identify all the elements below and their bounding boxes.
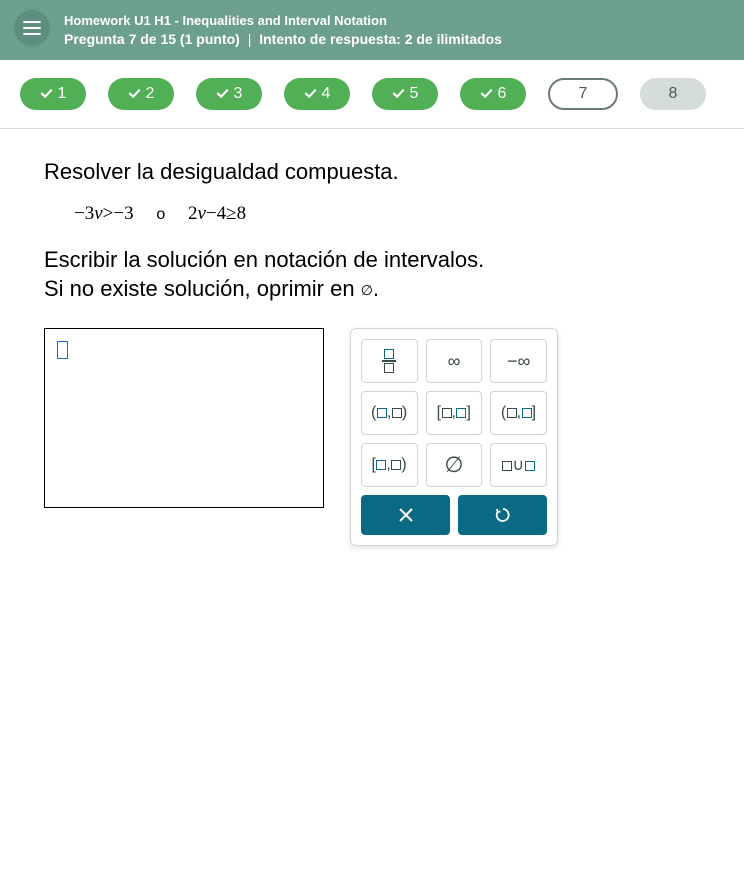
nav-question-8[interactable]: 8 xyxy=(640,78,706,110)
emptyset-button[interactable]: ∅ xyxy=(426,443,483,487)
answer-area: ∞ −∞ (,) [,] (,] [,) ∅ ∪ xyxy=(44,328,700,546)
infinity-button[interactable]: ∞ xyxy=(426,339,483,383)
nav-question-2[interactable]: 2 xyxy=(108,78,174,110)
undo-button[interactable] xyxy=(458,495,547,535)
union-button[interactable]: ∪ xyxy=(490,443,547,487)
nav-question-5[interactable]: 5 xyxy=(372,78,438,110)
nav-question-7[interactable]: 7 xyxy=(548,78,618,110)
question-instructions: Escribir la solución en notación de inte… xyxy=(44,245,700,304)
check-icon xyxy=(480,87,493,100)
math-keypad: ∞ −∞ (,) [,] (,] [,) ∅ ∪ xyxy=(350,328,558,546)
close-icon xyxy=(399,508,413,522)
clear-button[interactable] xyxy=(361,495,450,535)
neg-infinity-button[interactable]: −∞ xyxy=(490,339,547,383)
check-icon xyxy=(40,87,53,100)
answer-input[interactable] xyxy=(44,328,324,508)
fraction-button[interactable] xyxy=(361,339,418,383)
assignment-title: Homework U1 H1 - Inequalities and Interv… xyxy=(64,12,502,30)
nav-question-4[interactable]: 4 xyxy=(284,78,350,110)
closed-closed-interval-button[interactable]: [,] xyxy=(426,391,483,435)
question-content: Resolver la desigualdad compuesta. −3v>−… xyxy=(0,129,744,576)
open-open-interval-button[interactable]: (,) xyxy=(361,391,418,435)
closed-open-interval-button[interactable]: [,) xyxy=(361,443,418,487)
menu-button[interactable] xyxy=(14,10,50,46)
fraction-icon xyxy=(382,349,396,373)
nav-question-1[interactable]: 1 xyxy=(20,78,86,110)
check-icon xyxy=(304,87,317,100)
inequality-expression: −3v>−3 o 2v−4≥8 xyxy=(44,203,700,225)
nav-question-3[interactable]: 3 xyxy=(196,78,262,110)
input-cursor xyxy=(57,341,68,359)
check-icon xyxy=(216,87,229,100)
check-icon xyxy=(392,87,405,100)
question-nav: 12345678 xyxy=(0,60,744,129)
undo-icon xyxy=(495,507,511,523)
emptyset-icon: ∅ xyxy=(361,282,373,298)
app-header: Homework U1 H1 - Inequalities and Interv… xyxy=(0,0,744,60)
header-text: Homework U1 H1 - Inequalities and Interv… xyxy=(64,10,502,50)
nav-question-6[interactable]: 6 xyxy=(460,78,526,110)
question-progress: Pregunta 7 de 15 (1 punto) | Intento de … xyxy=(64,30,502,50)
question-heading: Resolver la desigualdad compuesta. xyxy=(44,159,700,185)
check-icon xyxy=(128,87,141,100)
open-closed-interval-button[interactable]: (,] xyxy=(490,391,547,435)
